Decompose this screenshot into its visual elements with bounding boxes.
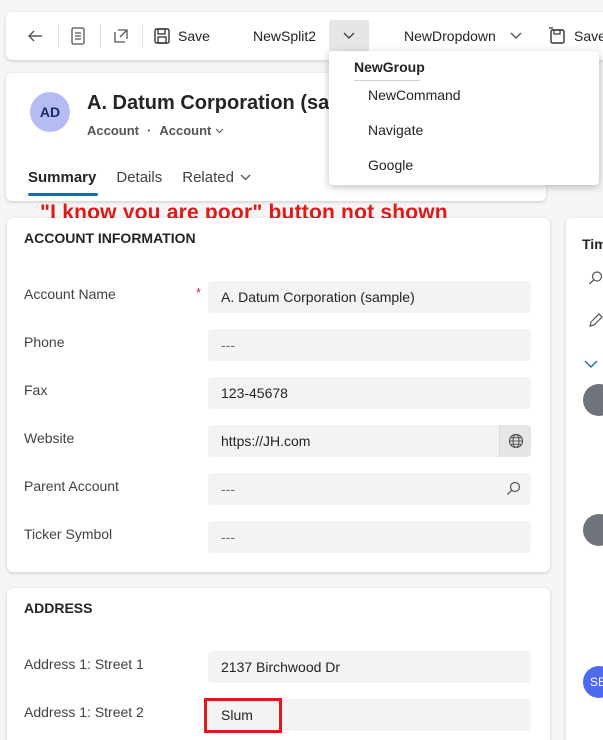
field-value: --- xyxy=(221,481,235,497)
search-icon[interactable] xyxy=(506,481,521,496)
separator-dot: · xyxy=(147,123,152,138)
search-icon[interactable] xyxy=(588,270,603,286)
required-indicator: * xyxy=(196,285,202,300)
chevron-down-icon xyxy=(343,32,355,39)
open-website-button[interactable] xyxy=(499,425,531,457)
field-label: Address 1: Street 1 xyxy=(24,656,144,672)
chevron-down-icon xyxy=(510,32,522,39)
account-information-section: ACCOUNT INFORMATION Account Name * A. Da… xyxy=(7,218,550,572)
avatar: AD xyxy=(30,92,70,132)
phone-field[interactable]: --- xyxy=(208,329,531,361)
newsplit2-button[interactable]: NewSplit2 xyxy=(253,12,316,60)
street1-field[interactable]: 2137 Birchwood Dr xyxy=(208,651,531,683)
open-new-window-button[interactable] xyxy=(112,12,130,60)
save-icon xyxy=(154,28,170,44)
menu-item-navigate[interactable]: Navigate xyxy=(368,122,423,138)
newdropdown-label: NewDropdown xyxy=(404,28,496,44)
field-value: https://JH.com xyxy=(221,433,311,449)
form-button[interactable] xyxy=(70,12,86,60)
flyout-group-header: NewGroup xyxy=(354,59,425,75)
field-value: --- xyxy=(221,337,235,353)
field-value: --- xyxy=(221,529,235,545)
field-label: Ticker Symbol xyxy=(24,526,113,542)
chevron-down-icon[interactable] xyxy=(584,360,598,369)
field-value: 2137 Birchwood Dr xyxy=(221,659,341,675)
form-selector[interactable]: Account xyxy=(159,123,224,138)
back-arrow-icon xyxy=(28,30,42,42)
tab-related[interactable]: Related xyxy=(182,160,261,194)
open-in-new-icon xyxy=(114,29,128,43)
fax-field[interactable]: 123-45678 xyxy=(208,377,531,409)
annotation-highlight-box xyxy=(204,698,282,733)
field-label: Parent Account xyxy=(24,478,119,494)
menu-item-google[interactable]: Google xyxy=(368,157,413,173)
divider xyxy=(354,80,420,81)
tab-details[interactable]: Details xyxy=(116,160,172,194)
divider xyxy=(100,24,101,48)
tab-summary[interactable]: Summary xyxy=(28,160,106,196)
website-field[interactable]: https://JH.com xyxy=(208,425,531,457)
entity-name: Account xyxy=(87,123,139,138)
tab-label: Summary xyxy=(28,168,97,186)
pencil-icon[interactable] xyxy=(588,312,603,328)
divider xyxy=(142,24,143,48)
avatar: SE xyxy=(583,666,603,698)
account-name-field[interactable]: A. Datum Corporation (sample) xyxy=(208,281,531,313)
save-label: Save xyxy=(178,28,210,44)
section-title: ADDRESS xyxy=(24,600,93,616)
divider xyxy=(58,24,59,48)
chevron-down-icon xyxy=(215,128,224,133)
ticker-symbol-field[interactable]: --- xyxy=(208,521,531,553)
field-label: Phone xyxy=(24,334,65,350)
form-selector-label: Account xyxy=(159,123,212,138)
globe-icon xyxy=(508,433,523,449)
field-value: A. Datum Corporation (sample) xyxy=(221,289,415,305)
section-title: ACCOUNT INFORMATION xyxy=(24,230,196,246)
parent-account-field[interactable]: --- xyxy=(208,473,531,505)
save-icon xyxy=(549,27,565,44)
newsplit2-chevron-button[interactable] xyxy=(329,20,369,52)
document-icon xyxy=(71,27,85,45)
menu-item-newcommand[interactable]: NewCommand xyxy=(368,87,461,103)
newsplit2-label: NewSplit2 xyxy=(253,28,317,44)
field-label: Website xyxy=(24,430,75,446)
field-label: Address 1: Street 2 xyxy=(24,704,144,720)
save-button[interactable]: Save xyxy=(154,12,210,60)
field-label: Account Name xyxy=(24,286,116,302)
split-flyout-menu: NewGroup NewCommand Navigate Google xyxy=(329,51,599,185)
avatar xyxy=(583,514,603,546)
record-title: A. Datum Corporation (sam xyxy=(87,92,348,114)
chevron-down-icon xyxy=(240,174,251,180)
timeline-pane: Tim SE xyxy=(566,218,603,740)
tab-label: Related xyxy=(182,168,234,186)
avatar xyxy=(583,384,603,416)
back-button[interactable] xyxy=(26,12,44,60)
tab-label: Details xyxy=(116,168,163,186)
tab-list: Summary Details Related xyxy=(28,160,271,196)
field-value: 123-45678 xyxy=(221,385,288,401)
save2-label: Save xyxy=(574,28,603,44)
field-label: Fax xyxy=(24,382,48,398)
record-subtitle: Account · Account xyxy=(87,123,224,138)
timeline-title: Tim xyxy=(582,236,603,252)
